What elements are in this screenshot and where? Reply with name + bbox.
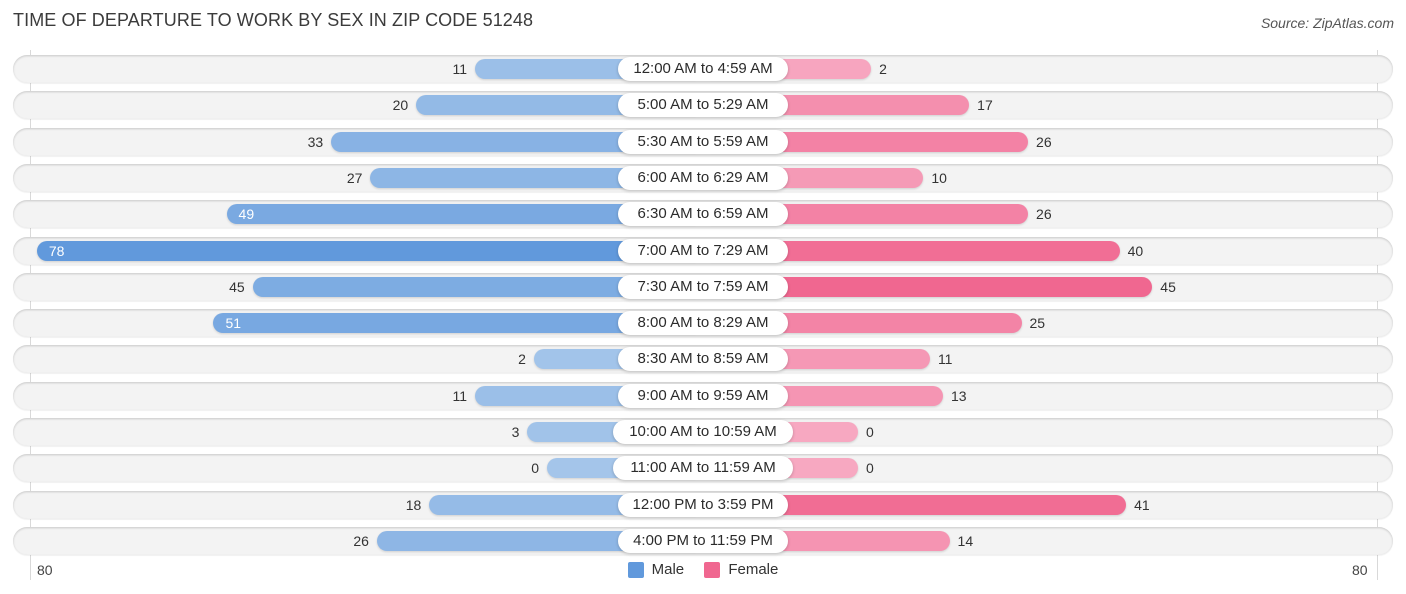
legend: Male Female <box>0 561 1406 582</box>
legend-label-female: Female <box>728 561 779 578</box>
category-label: 4:00 PM to 11:59 PM <box>618 528 788 553</box>
male-value-label: 0 <box>531 460 539 477</box>
female-value-label: 45 <box>1160 278 1176 295</box>
legend-item-female[interactable]: Female <box>704 561 778 578</box>
category-label: 6:00 AM to 6:29 AM <box>618 165 788 190</box>
male-value-label: 3 <box>511 424 520 440</box>
legend-label-male: Male <box>651 561 685 578</box>
male-bar[interactable] <box>36 240 703 261</box>
female-value-label: 13 <box>951 387 967 404</box>
male-value-label: 18 <box>405 496 422 513</box>
female-value-label: 26 <box>1036 206 1052 223</box>
chart-title: TIME OF DEPARTURE TO WORK BY SEX IN ZIP … <box>13 10 534 30</box>
male-value-label: 51 <box>225 315 242 332</box>
male-value-label: 49 <box>238 206 255 223</box>
female-value-label: 0 <box>866 460 874 477</box>
category-label: 5:30 AM to 5:59 AM <box>618 129 788 154</box>
female-value-label: 40 <box>1127 242 1144 259</box>
male-value-label: 2 <box>518 351 526 368</box>
category-label: 12:00 PM to 3:59 PM <box>618 492 788 517</box>
male-value-label: 33 <box>307 133 324 150</box>
male-swatch-icon <box>627 561 644 578</box>
female-value-label: 25 <box>1029 315 1046 332</box>
female-value-label: 10 <box>931 169 947 186</box>
male-value-label: 27 <box>346 169 363 186</box>
female-value-label: 2 <box>879 61 887 77</box>
female-value-label: 0 <box>866 424 874 440</box>
category-label: 11:00 AM to 11:59 AM <box>613 456 793 481</box>
male-value-label: 11 <box>452 387 468 404</box>
male-value-label: 20 <box>392 97 409 114</box>
category-label: 9:00 AM to 9:59 AM <box>618 383 788 408</box>
male-value-label: 45 <box>229 278 245 295</box>
female-value-label: 14 <box>957 532 974 549</box>
category-label: 8:30 AM to 8:59 AM <box>618 347 788 372</box>
source-credit: Source: ZipAtlas.com <box>1260 15 1394 31</box>
legend-item-male[interactable]: Male <box>627 561 685 578</box>
female-value-label: 11 <box>937 351 953 368</box>
female-value-label: 41 <box>1134 496 1150 513</box>
male-value-label: 78 <box>48 242 65 259</box>
category-label: 7:00 AM to 7:29 AM <box>618 238 788 263</box>
male-value-label: 11 <box>452 61 468 77</box>
category-label: 7:30 AM to 7:59 AM <box>618 274 788 299</box>
category-label: 10:00 AM to 10:59 AM <box>613 420 793 444</box>
female-value-label: 17 <box>977 97 993 114</box>
female-value-label: 26 <box>1036 133 1052 150</box>
category-label: 5:00 AM to 5:29 AM <box>618 93 788 118</box>
category-label: 8:00 AM to 8:29 AM <box>618 311 788 336</box>
category-label: 6:30 AM to 6:59 AM <box>618 202 788 227</box>
female-swatch-icon <box>704 561 721 578</box>
category-label: 12:00 AM to 4:59 AM <box>618 57 788 81</box>
male-value-label: 26 <box>353 532 369 549</box>
